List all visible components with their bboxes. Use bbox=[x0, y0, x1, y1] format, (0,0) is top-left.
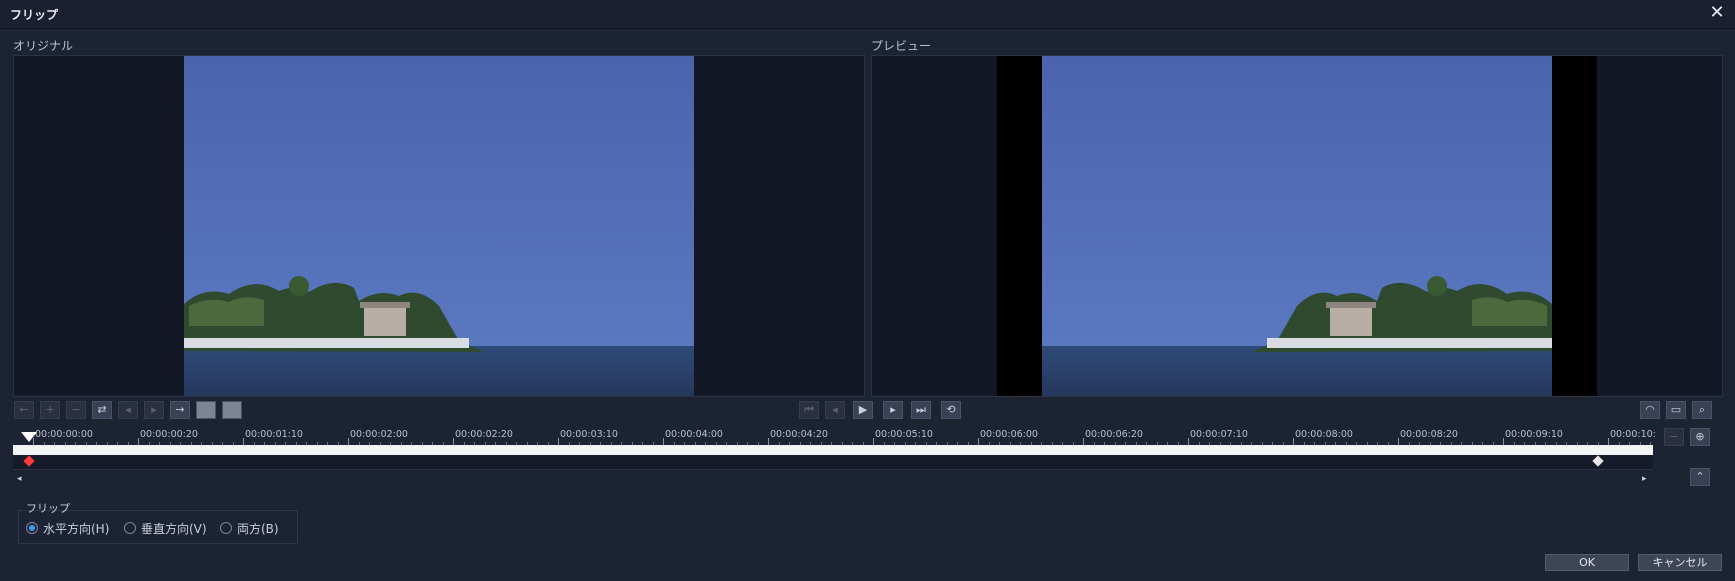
prev-keyframe-button[interactable]: ← bbox=[14, 401, 34, 419]
speed-icon[interactable]: ◠ bbox=[1640, 401, 1660, 419]
flip-horizontal-label[interactable]: 水平方向(H) bbox=[43, 520, 109, 537]
playhead-marker[interactable] bbox=[21, 432, 37, 442]
ruler-time-label: 00:00:08:20 bbox=[1400, 429, 1458, 440]
loop-icon[interactable]: ⟲ bbox=[941, 401, 961, 419]
flip-vertical-label[interactable]: 垂直方向(V) bbox=[141, 520, 207, 537]
ruler-time-label: 00:00:06:20 bbox=[1085, 429, 1143, 440]
ruler-time-label: 00:00:00:00 bbox=[35, 429, 93, 440]
flip-horizontal-radio[interactable] bbox=[26, 522, 38, 534]
ruler-time-label: 00:00:02:00 bbox=[350, 429, 408, 440]
move-left-icon[interactable]: ◂ bbox=[118, 401, 138, 419]
ruler-time-label: 00:00:01:10 bbox=[245, 429, 303, 440]
ruler-time-label: 00:00:00:20 bbox=[140, 429, 198, 440]
title-bar bbox=[0, 0, 1735, 29]
fade-out-icon[interactable] bbox=[222, 401, 242, 419]
play-icon[interactable]: ▶ bbox=[853, 401, 873, 419]
flip-both-label[interactable]: 両方(B) bbox=[237, 520, 279, 537]
zoom-out-icon[interactable]: − bbox=[1664, 428, 1684, 446]
keyframe-lane[interactable] bbox=[13, 455, 1653, 470]
ruler-time-label: 00:00:10: bbox=[1610, 429, 1656, 440]
flip-vertical-radio[interactable] bbox=[124, 522, 136, 534]
ruler-time-label: 00:00:04:00 bbox=[665, 429, 723, 440]
preview-viewer bbox=[871, 55, 1723, 397]
reverse-keyframes-icon[interactable]: ⇄ bbox=[92, 401, 112, 419]
zoom-view-icon[interactable]: ⌕ bbox=[1692, 401, 1712, 419]
original-video-frame bbox=[184, 56, 694, 396]
ruler-time-label: 00:00:04:20 bbox=[770, 429, 828, 440]
ok-button[interactable]: OK bbox=[1545, 554, 1629, 571]
next-keyframe-button[interactable]: → bbox=[170, 401, 190, 419]
preview-video-frame bbox=[1042, 56, 1552, 396]
timeline-track[interactable] bbox=[13, 445, 1653, 455]
flip-both-radio[interactable] bbox=[220, 522, 232, 534]
zoom-in-icon[interactable]: ⊕ bbox=[1690, 428, 1710, 446]
add-keyframe-button[interactable]: + bbox=[40, 401, 60, 419]
go-to-end-icon[interactable]: ⏭ bbox=[911, 401, 931, 419]
window-title: フリップ bbox=[10, 8, 59, 22]
collapse-icon[interactable]: ⌃ bbox=[1690, 468, 1710, 486]
go-to-start-icon[interactable]: ⏮ bbox=[799, 401, 819, 419]
ruler-time-label: 00:00:08:00 bbox=[1295, 429, 1353, 440]
monitor-icon[interactable]: ▭ bbox=[1666, 401, 1686, 419]
ruler-time-label: 00:00:02:20 bbox=[455, 429, 513, 440]
original-viewer bbox=[13, 55, 865, 397]
ruler-time-label: 00:00:06:00 bbox=[980, 429, 1038, 440]
move-right-icon[interactable]: ▸ bbox=[144, 401, 164, 419]
original-label: オリジナル bbox=[13, 39, 74, 53]
flip-group-label: フリップ bbox=[26, 502, 70, 515]
close-icon[interactable]: ✕ bbox=[1707, 3, 1727, 23]
ruler-time-label: 00:00:03:10 bbox=[560, 429, 618, 440]
fade-in-icon[interactable] bbox=[196, 401, 216, 419]
remove-keyframe-button[interactable]: − bbox=[66, 401, 86, 419]
ruler-time-label: 00:00:05:10 bbox=[875, 429, 933, 440]
scroll-right-icon[interactable]: ▸ bbox=[1642, 474, 1647, 484]
scroll-left-icon[interactable]: ◂ bbox=[17, 474, 22, 484]
prev-frame-icon[interactable]: ◂ bbox=[825, 401, 845, 419]
preview-label: プレビュー bbox=[871, 39, 932, 53]
cancel-button[interactable]: キャンセル bbox=[1638, 554, 1722, 571]
ruler-time-label: 00:00:09:10 bbox=[1505, 429, 1563, 440]
next-frame-icon[interactable]: ▸ bbox=[883, 401, 903, 419]
ruler-time-label: 00:00:07:10 bbox=[1190, 429, 1248, 440]
